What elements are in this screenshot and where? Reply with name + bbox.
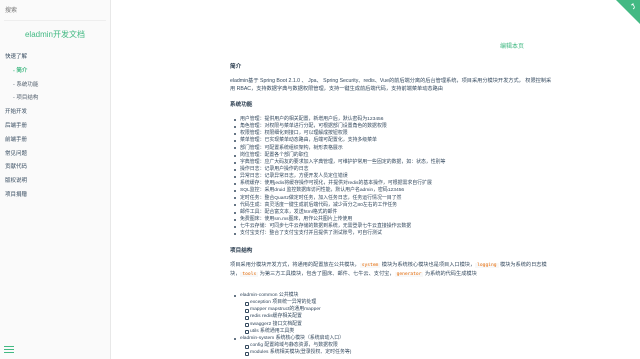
feature-item: 代码生成：高灵活度一键生成前后端代码，减少百分之80左右的工作任务 (234, 202, 556, 209)
feature-item: 操作日志：记录用户操作的日志 (234, 166, 556, 173)
structure-text: 项目采用分模块开发方式，将通用的配置放在公共模块， (230, 262, 360, 268)
module-tree: eladmin-common 公共模块 exception 项目统一异常的处理 ma… (234, 292, 556, 356)
structure-text: 为系统的代码生成模块 (423, 271, 477, 278)
structure-text: 为第三方工具模块，包含了图床、邮件、七牛云、支付宝， (258, 271, 395, 278)
sidebar-item[interactable]: - 项目结构 (5, 92, 110, 106)
inline-code: tools (240, 272, 259, 278)
module-item: config 配置跨域与静态资源，与数据权限 (236, 342, 556, 349)
feature-item: 支付宝支付：整合了支付宝支付并且提供了测试账号，可自行测试 (234, 230, 556, 237)
sidebar-item[interactable]: 贡献代码 (5, 161, 110, 175)
module-item: swagger2 接口文档配置 (236, 321, 556, 328)
feature-item: 定时任务：整合Quartz做定时任务，加入任务日志，任务运行情况一目了然 (234, 195, 556, 202)
sidebar: 搜索 eladmin开发文档 快速了解 - 简介 - 系统功能 - 项目结构 开始开发后… (0, 0, 111, 359)
feature-item: 岗位管理：配置各个部门的职位 (234, 152, 556, 159)
feature-item: 系统缓存：使用jedis将缓存操作可视化，并提供对redis的基本操作，可根据需… (234, 180, 556, 187)
feature-item: 字典管理：应广大码友的要求加入字典管理，可维护护常用一些固定的数据，如：状态，性… (234, 159, 556, 166)
sidebar-item[interactable]: 版权说明 (5, 175, 110, 189)
inline-code: generator (394, 272, 424, 278)
feature-item: 免费图床：使用sm.ms图床，用作公共图片上传使用 (234, 216, 556, 223)
inline-code: logging (475, 263, 499, 268)
intro-heading: 简介 (230, 64, 242, 70)
intro-paragraph: eladmin基于 Spring Boot 2.1.0 、 Jpa、 Sprin… (230, 78, 552, 93)
module-item: redis redis缓存相关配置 (236, 313, 556, 321)
sidebar-item[interactable]: 项目捐赠 (5, 189, 110, 203)
feature-item: 角色管理：对权限与菜单进行分配，可根据部门设置角色的数据权限 (234, 123, 556, 130)
sidebar-item[interactable]: 快速了解 (5, 51, 110, 65)
sidebar-item[interactable]: 前端手册 (5, 134, 110, 148)
sidebar-item[interactable]: 开始开发 (5, 106, 110, 120)
feature-item: SQL监控：采用druid 监控数据库访问性能，默认用户名admin，密码123… (234, 187, 556, 194)
feature-item: 邮件工具：配合富文本，发送html格式的邮件 (234, 209, 556, 216)
sidebar-item[interactable]: 常见问题 (5, 148, 110, 162)
module-item: eladmin-common 公共模块 (234, 292, 556, 299)
module-item: utils 系统通用工具类 (236, 328, 556, 335)
app-name-link[interactable]: eladmin开发文档 (0, 28, 110, 42)
search-input[interactable]: 搜索 (4, 3, 106, 21)
structure-paragraph: 项目采用分模块开发方式，将通用的配置放在公共模块， system 模块为系统核心模… (230, 261, 555, 280)
inline-code: system (359, 263, 381, 268)
sidebar-item[interactable]: 后端手册 (5, 120, 110, 134)
module-item: mapper mapstruct的通用mapper (236, 306, 556, 314)
feature-item: 用户管理：提供用户的相关配置，新增用户后，默认密码为123456 (234, 116, 556, 123)
features-list: 用户管理：提供用户的相关配置，新增用户后，默认密码为123456 角色管理：对权限… (234, 116, 556, 237)
feature-item: 菜单管理：已实现菜单动态路由，后端可配置化，支持多级菜单 (234, 137, 556, 144)
sidebar-item[interactable]: - 简介 (5, 65, 110, 79)
sidebar-item[interactable]: - 系统功能 (5, 79, 110, 93)
structure-text: 模块为系统核心模块也是项目入口模块， (380, 262, 476, 268)
structure-heading: 项目结构 (230, 248, 253, 254)
edit-page-link[interactable]: 编辑本页 (500, 41, 524, 50)
feature-item: 权限管理：权限细化到接口，可以理解成按钮权限 (234, 130, 556, 137)
features-heading: 系统功能 (230, 102, 253, 108)
module-item: eladmin-system 系统核心模块（系统启动入口） (234, 335, 556, 342)
hamburger-icon[interactable] (4, 346, 14, 354)
github-corner-icon[interactable] (616, 0, 640, 24)
feature-item: 部门管理：可配置系统组织架构，树形表格展示 (234, 145, 556, 152)
module-item: modules 系统相关模块(登录授权、定时任务等) (236, 349, 556, 356)
feature-item: 七牛云存储：可同步七牛云存储的数据到系统，无需登录七牛云直接操作云数据 (234, 223, 556, 230)
sidebar-nav: 快速了解 - 简介 - 系统功能 - 项目结构 开始开发 后端手册 前端手册 常见问题 贡献代码… (0, 51, 110, 203)
module-item: exception 项目统一异常的处理 (236, 299, 556, 306)
feature-item: 异常日志：记录异常日志，方便开发人员定位错误 (234, 173, 556, 180)
